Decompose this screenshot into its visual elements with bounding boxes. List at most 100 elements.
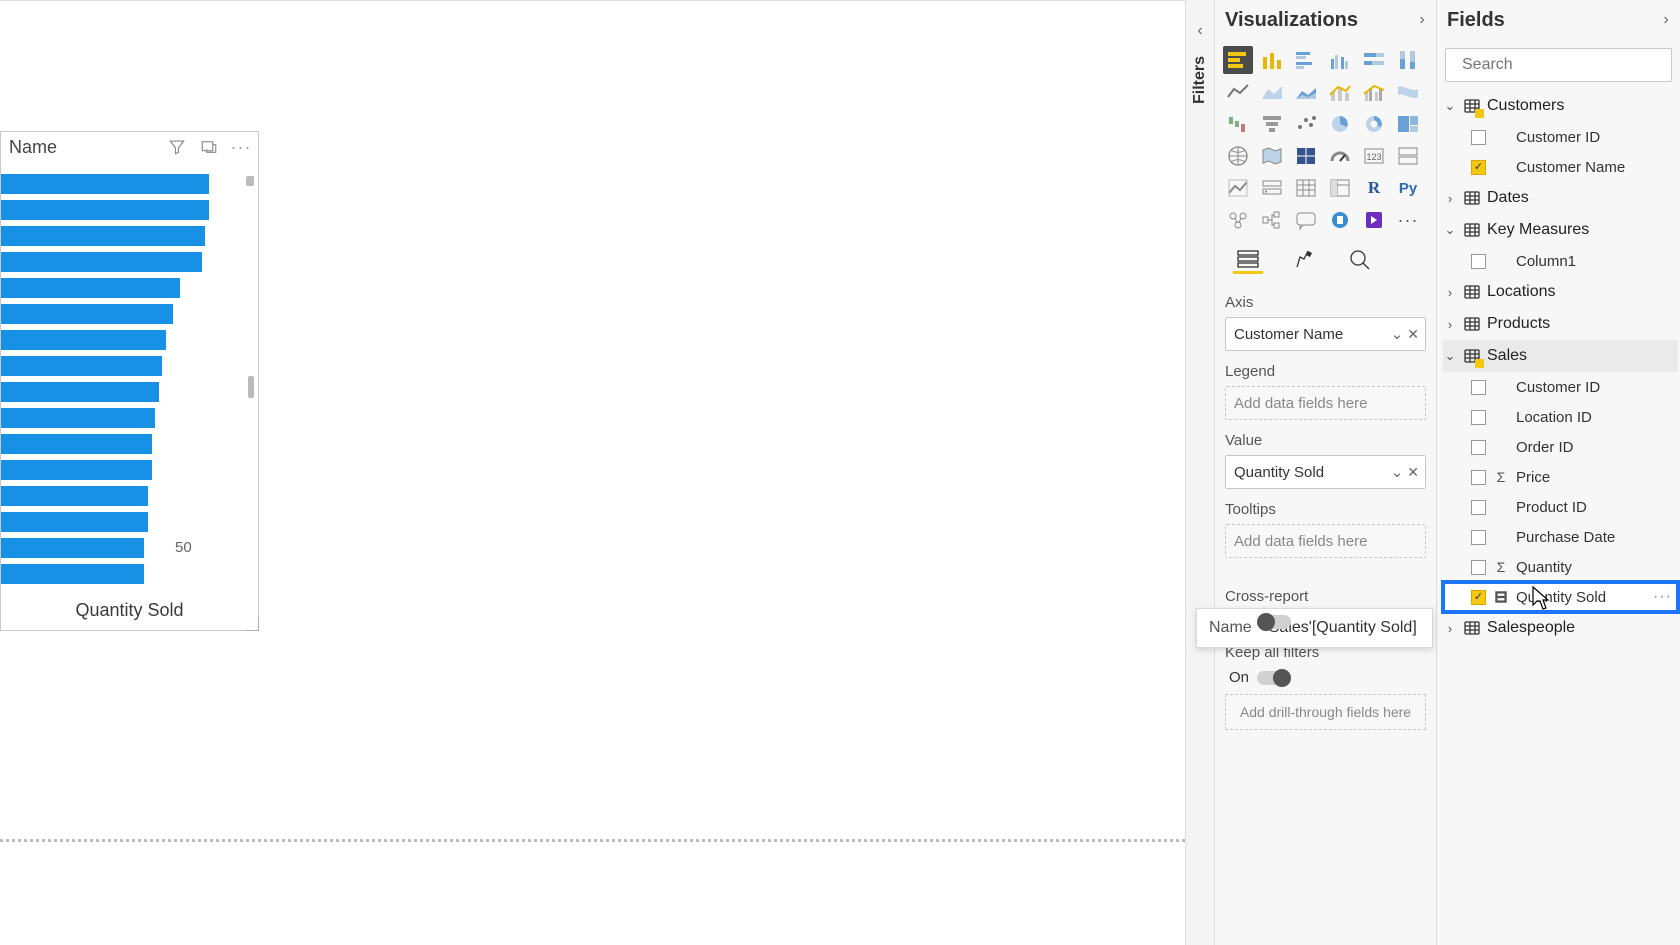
- field-product-id[interactable]: Product ID: [1443, 492, 1678, 522]
- field-checkbox[interactable]: [1471, 560, 1486, 575]
- matrix-icon[interactable]: [1325, 174, 1355, 202]
- analytics-tab[interactable]: [1345, 246, 1375, 274]
- area-chart-icon[interactable]: [1257, 78, 1287, 106]
- more-options-icon[interactable]: ···: [230, 136, 252, 158]
- bar[interactable]: [1, 408, 244, 428]
- remove-field-icon[interactable]: ✕: [1407, 464, 1419, 481]
- chevron-down-icon[interactable]: ⌄: [1443, 98, 1457, 114]
- field-checkbox[interactable]: [1471, 380, 1486, 395]
- line-stacked-column-icon[interactable]: [1325, 78, 1355, 106]
- chevron-down-icon[interactable]: ⌄: [1443, 348, 1457, 364]
- field-purchase-date[interactable]: Purchase Date: [1443, 522, 1678, 552]
- field-checkbox[interactable]: [1471, 530, 1486, 545]
- clustered-bar-chart-icon[interactable]: [1291, 46, 1321, 74]
- filled-map-icon[interactable]: [1257, 142, 1287, 170]
- field-checkbox[interactable]: [1471, 254, 1486, 269]
- chevron-right-icon[interactable]: ›: [1656, 11, 1676, 29]
- power-apps-icon[interactable]: [1359, 206, 1389, 234]
- chevron-right-icon[interactable]: ›: [1412, 11, 1432, 29]
- table-sales[interactable]: ⌄Sales: [1443, 340, 1678, 372]
- filters-pane-collapsed[interactable]: ‹ Filters: [1185, 0, 1215, 945]
- chevron-right-icon[interactable]: ›: [1443, 621, 1457, 636]
- ribbon-chart-icon[interactable]: [1393, 78, 1423, 106]
- clustered-column-chart-icon[interactable]: [1325, 46, 1355, 74]
- bar[interactable]: [1, 382, 244, 402]
- table-salespeople[interactable]: ›Salespeople: [1443, 612, 1678, 644]
- format-tab[interactable]: [1289, 246, 1319, 274]
- chevron-down-icon[interactable]: ⌄: [1443, 222, 1457, 238]
- bar[interactable]: [1, 330, 244, 350]
- donut-chart-icon[interactable]: [1359, 110, 1389, 138]
- bar[interactable]: [1, 512, 244, 532]
- bar[interactable]: [1, 304, 244, 324]
- field-price[interactable]: Price: [1443, 462, 1678, 492]
- chevron-right-icon[interactable]: ›: [1443, 191, 1457, 206]
- bar[interactable]: [1, 564, 244, 584]
- stacked-area-chart-icon[interactable]: [1291, 78, 1321, 106]
- bar[interactable]: [1, 200, 244, 220]
- bar[interactable]: [1, 356, 244, 376]
- paginated-report-icon[interactable]: [1325, 206, 1355, 234]
- treemap-icon[interactable]: [1393, 110, 1423, 138]
- value-well[interactable]: Quantity Sold ⌄ ✕: [1225, 455, 1426, 489]
- keep-filters-toggle[interactable]: On: [1225, 669, 1426, 686]
- field-order-id[interactable]: Order ID: [1443, 432, 1678, 462]
- field-checkbox[interactable]: [1471, 440, 1486, 455]
- chevron-right-icon[interactable]: ›: [1443, 317, 1457, 332]
- chart-scrollbar[interactable]: [246, 176, 254, 532]
- table-icon[interactable]: [1291, 174, 1321, 202]
- stacked-bar-chart-icon[interactable]: [1223, 46, 1253, 74]
- field-customer-id[interactable]: Customer ID: [1443, 372, 1678, 402]
- legend-well[interactable]: Add data fields here: [1225, 386, 1426, 420]
- bar[interactable]: [1, 486, 244, 506]
- field-customer-name[interactable]: Customer Name: [1443, 152, 1678, 182]
- slicer-icon[interactable]: [1257, 174, 1287, 202]
- resize-handle[interactable]: [245, 617, 259, 631]
- table-key-measures[interactable]: ⌄Key Measures: [1443, 214, 1678, 246]
- scatter-chart-icon[interactable]: [1291, 110, 1321, 138]
- decomposition-tree-icon[interactable]: [1257, 206, 1287, 234]
- field-more-icon[interactable]: ···: [1653, 588, 1672, 606]
- stacked-column-chart-icon[interactable]: [1257, 46, 1287, 74]
- field-checkbox[interactable]: [1471, 500, 1486, 515]
- report-canvas[interactable]: Name ··· 50 Quanti: [0, 0, 1185, 945]
- kpi-icon[interactable]: [1223, 174, 1253, 202]
- field-column1[interactable]: Column1: [1443, 246, 1678, 276]
- bar[interactable]: [1, 174, 244, 194]
- shape-map-icon[interactable]: [1291, 142, 1321, 170]
- key-influencers-icon[interactable]: [1223, 206, 1253, 234]
- card-icon[interactable]: 123: [1359, 142, 1389, 170]
- field-checkbox[interactable]: [1471, 160, 1486, 175]
- chevron-left-icon[interactable]: ‹: [1197, 22, 1202, 40]
- remove-field-icon[interactable]: ✕: [1407, 326, 1419, 343]
- bar[interactable]: [1, 278, 244, 298]
- field-quantity-sold[interactable]: Quantity Sold···: [1443, 582, 1678, 612]
- search-input[interactable]: [1462, 56, 1669, 74]
- pie-chart-icon[interactable]: [1325, 110, 1355, 138]
- waterfall-chart-icon[interactable]: [1223, 110, 1253, 138]
- line-chart-icon[interactable]: [1223, 78, 1253, 106]
- r-visual-icon[interactable]: R: [1359, 174, 1389, 202]
- bar[interactable]: [1, 538, 244, 558]
- table-customers[interactable]: ⌄Customers: [1443, 90, 1678, 122]
- table-dates[interactable]: ›Dates: [1443, 182, 1678, 214]
- field-checkbox[interactable]: [1471, 590, 1486, 605]
- tooltips-well[interactable]: Add data fields here: [1225, 524, 1426, 558]
- field-quantity[interactable]: Quantity: [1443, 552, 1678, 582]
- python-visual-icon[interactable]: Py: [1393, 174, 1423, 202]
- line-clustered-column-icon[interactable]: [1359, 78, 1389, 106]
- chevron-down-icon[interactable]: ⌄: [1391, 325, 1404, 343]
- multi-row-card-icon[interactable]: [1393, 142, 1423, 170]
- table-locations[interactable]: ›Locations: [1443, 276, 1678, 308]
- bar[interactable]: [1, 460, 244, 480]
- axis-well[interactable]: Customer Name ⌄ ✕: [1225, 317, 1426, 351]
- chevron-right-icon[interactable]: ›: [1443, 285, 1457, 300]
- map-icon[interactable]: [1223, 142, 1253, 170]
- drillthrough-drop[interactable]: Add drill-through fields here: [1225, 694, 1426, 730]
- bar[interactable]: [1, 434, 244, 454]
- field-checkbox[interactable]: [1471, 130, 1486, 145]
- table-products[interactable]: ›Products: [1443, 308, 1678, 340]
- gauge-icon[interactable]: [1325, 142, 1355, 170]
- qa-visual-icon[interactable]: [1291, 206, 1321, 234]
- bar[interactable]: [1, 252, 244, 272]
